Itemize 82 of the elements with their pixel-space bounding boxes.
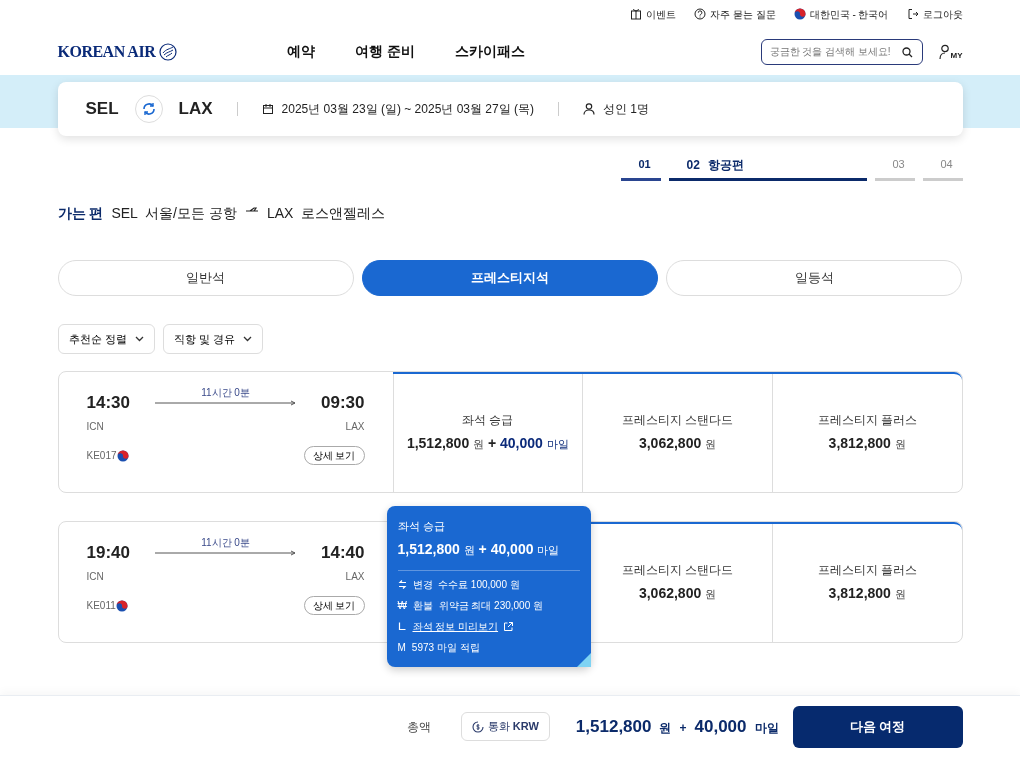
fare-title: 프레스티지 플러스 (817, 562, 917, 578)
departure-time: 19:40 (86, 544, 130, 561)
nav-link-item[interactable]: 스카이패스 (455, 41, 526, 62)
popup-detail: 변경 수수료 100,000 원 (412, 577, 520, 592)
route-text: SEL 서울/모든 공항 (111, 204, 237, 223)
external-link-icon (504, 621, 514, 631)
details-button[interactable]: 상세 보기 (303, 446, 365, 465)
chevron-down-icon (242, 336, 252, 342)
flag-icon (116, 449, 129, 462)
total-price: 1,512,800 원 + 40,000 마일 (575, 715, 779, 738)
total-label: 총액 (406, 718, 431, 736)
swirl-logo-icon (159, 42, 178, 61)
gift-icon (630, 8, 643, 20)
nav-link-item[interactable]: 예약 (287, 41, 316, 62)
cabin-tab[interactable]: 프레스티지석 (361, 260, 659, 296)
flight-number: KE017 (86, 449, 117, 463)
fare-price[interactable]: 3,812,800 원 (828, 433, 906, 455)
utility-link[interactable]: 자주 묻는 질문 (694, 6, 776, 22)
airport-code: ICN (86, 570, 105, 584)
fare-title: 프레스티지 플러스 (817, 412, 917, 428)
fare-title: 좌석 승급 (462, 412, 514, 428)
arrival-time: 09:30 (321, 394, 365, 411)
person-icon (938, 43, 951, 60)
symbol-text: M (397, 640, 406, 655)
airport-code: LAX (178, 98, 213, 121)
step-indicator: 03 (874, 156, 915, 181)
arrival-time: 14:40 (321, 544, 365, 561)
airport-code: SEL (85, 98, 119, 121)
utility-link[interactable]: 이벤트 (630, 6, 677, 22)
flight-duration: 11시간 0분 (201, 536, 250, 550)
departure-time: 14:30 (86, 394, 130, 411)
refresh-icon (140, 101, 157, 117)
route-text: LAX 로스앤젤레스 (266, 204, 386, 223)
popup-detail: 5973 마일 적립 (411, 640, 480, 655)
search-icon (901, 46, 913, 58)
airport-code: LAX (344, 570, 365, 584)
logo-text[interactable]: KOREAN AIR (57, 39, 156, 64)
fare-price[interactable]: 1,512,800 원 + 40,000 마일 (397, 538, 580, 560)
calendar-icon (261, 103, 274, 115)
my-page-button[interactable]: MY (938, 43, 963, 60)
fare-price[interactable]: 1,512,800 원 + 40,000 마일 (406, 433, 569, 455)
swap-arrows-icon (397, 579, 407, 589)
step-indicator: 04 (922, 156, 963, 181)
nav-link-item[interactable]: 여행 준비 (355, 41, 416, 62)
currency-button[interactable]: 통화 KRW (460, 712, 550, 741)
arrow-line-icon (154, 400, 297, 406)
utility-link[interactable]: 로그아웃 (906, 6, 963, 22)
direction-label: 가는 편 (57, 204, 104, 223)
symbol-text: ₩ (397, 598, 407, 613)
fare-title: 프레스티지 스탠다드 (621, 562, 734, 578)
fare-price[interactable]: 3,062,800 원 (638, 583, 717, 605)
corner-fold-icon (576, 653, 591, 667)
dollar-cycle-icon (471, 720, 484, 733)
next-button[interactable]: 다음 여정 (792, 705, 963, 748)
flag-icon (115, 599, 128, 612)
popup-title: 좌석 승급 (397, 519, 446, 534)
step-indicator: 01 (620, 156, 661, 181)
filter-dropdown[interactable]: 추천순 정렬 (57, 324, 155, 354)
arrow-line-icon (154, 550, 297, 556)
question-icon (694, 8, 707, 20)
fare-title: 프레스티지 스탠다드 (621, 412, 734, 428)
person-icon (583, 103, 595, 115)
filter-dropdown[interactable]: 직항 및 경유 (162, 324, 263, 354)
popup-detail: 환불 위약금 최대 230,000 원 (412, 598, 543, 613)
fare-price[interactable]: 3,812,800 원 (828, 583, 906, 605)
passenger-count: 성인 1명 (603, 101, 650, 118)
step-indicator: 02 항공편 (668, 156, 867, 181)
cabin-tab[interactable]: 일등석 (666, 260, 963, 296)
trip-dates: 2025년 03월 23일 (일) ~ 2025년 03월 27일 (목) (281, 101, 534, 118)
logout-icon (906, 8, 919, 20)
flag-icon (793, 8, 806, 20)
seat-info-link[interactable]: 좌석 정보 미리보기 (412, 618, 499, 634)
chevron-down-icon (134, 336, 144, 342)
airport-code: LAX (344, 420, 365, 434)
details-button[interactable]: 상세 보기 (303, 596, 365, 615)
flight-number: KE011 (86, 599, 116, 613)
airport-code: ICN (86, 420, 105, 434)
cabin-tab[interactable]: 일반석 (57, 260, 354, 296)
search-field[interactable]: 궁금한 것을 검색해 보세요! (760, 38, 923, 65)
fare-price[interactable]: 3,062,800 원 (638, 433, 717, 455)
flight-duration: 11시간 0분 (201, 386, 250, 400)
utility-link[interactable]: 대한민국 - 한국어 (793, 6, 889, 22)
